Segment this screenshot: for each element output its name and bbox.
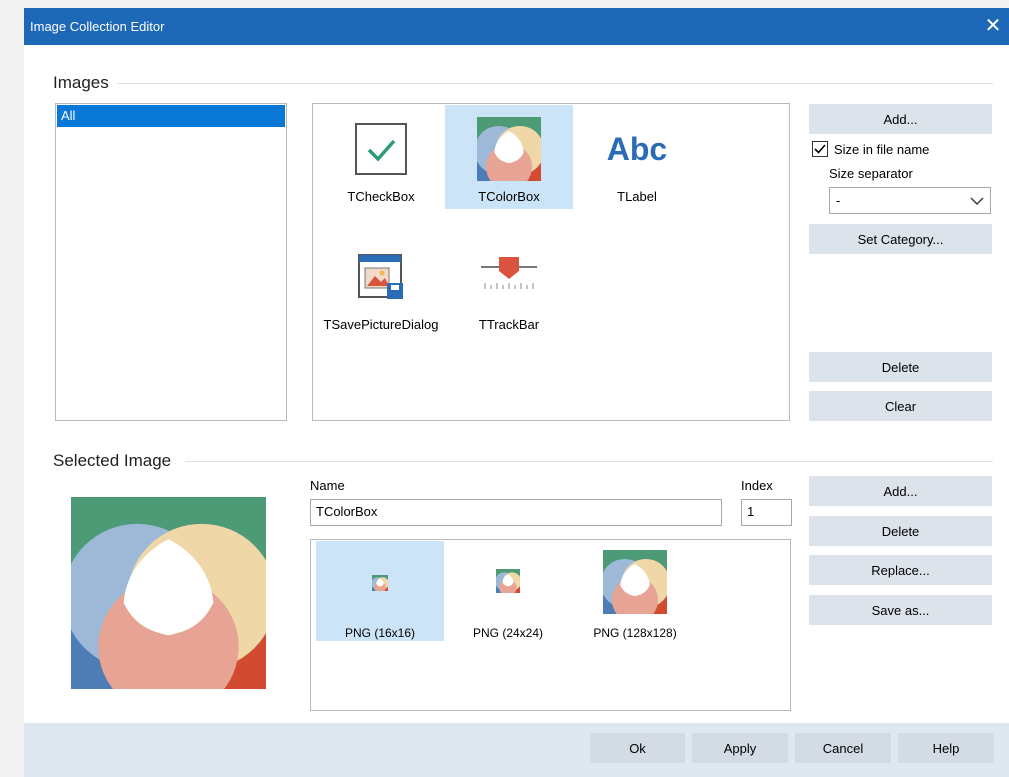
label-abc-icon: Abc — [606, 131, 668, 167]
apply-button[interactable]: Apply — [692, 733, 788, 763]
images-group-title: Images — [53, 73, 117, 93]
save-as-button[interactable]: Save as... — [809, 595, 992, 625]
images-add-button[interactable]: Add... — [809, 104, 992, 134]
variant-label: PNG (16x16) — [344, 626, 416, 640]
ok-button[interactable]: Ok — [590, 733, 685, 763]
images-delete-button[interactable]: Delete — [809, 352, 992, 382]
size-separator-dropdown[interactable]: - — [829, 187, 991, 214]
selected-delete-button[interactable]: Delete — [809, 516, 992, 546]
cancel-button[interactable]: Cancel — [795, 733, 891, 763]
variant-png-128[interactable]: PNG (128x128) — [571, 541, 699, 641]
image-tile-label: TCheckBox — [347, 189, 415, 204]
set-category-button[interactable]: Set Category... — [809, 224, 992, 254]
title-bar: Image Collection Editor ✕ — [24, 8, 1009, 45]
image-tile-tcolorbox[interactable]: TColorBox — [445, 105, 573, 209]
colorbox-icon — [477, 117, 541, 181]
chevron-down-icon — [970, 197, 984, 205]
variant-png-24[interactable]: PNG (24x24) — [444, 541, 572, 641]
images-list[interactable]: TCheckBox TColorBox Abc TLabel TSavePict… — [312, 103, 790, 421]
index-label: Index — [741, 478, 773, 493]
clear-button[interactable]: Clear — [809, 391, 992, 421]
replace-button[interactable]: Replace... — [809, 555, 992, 585]
name-label: Name — [310, 478, 345, 493]
colorbox-128-icon — [603, 550, 667, 614]
selected-image-group-title: Selected Image — [53, 451, 180, 471]
save-picture-dialog-icon — [358, 254, 403, 299]
image-variants-list[interactable]: PNG (16x16) PNG (24x24) PNG (128x128) — [310, 539, 791, 711]
checkmark-icon — [814, 144, 826, 154]
image-tile-tcheckbox[interactable]: TCheckBox — [317, 105, 445, 209]
images-group-divider — [110, 83, 993, 84]
size-separator-label: Size separator — [829, 166, 913, 181]
size-in-file-name-label: Size in file name — [834, 142, 930, 157]
image-tile-label: TColorBox — [478, 189, 540, 204]
window-title: Image Collection Editor — [30, 19, 165, 34]
help-button[interactable]: Help — [898, 733, 994, 763]
variant-label: PNG (128x128) — [593, 626, 677, 640]
variant-label: PNG (24x24) — [472, 626, 544, 640]
selected-image-group-divider — [185, 461, 993, 462]
colorbox-24-icon — [496, 569, 520, 593]
index-input[interactable]: 1 — [741, 499, 792, 526]
image-tile-label: TSavePictureDialog — [323, 317, 439, 332]
variant-png-16[interactable]: PNG (16x16) — [316, 541, 444, 641]
image-tile-label: TLabel — [617, 189, 657, 204]
image-tile-tsavepicturedialog[interactable]: TSavePictureDialog — [317, 233, 445, 337]
selected-add-button[interactable]: Add... — [809, 476, 992, 506]
category-list[interactable]: All — [55, 103, 287, 421]
checkbox-icon — [355, 123, 407, 175]
colorbox-16-icon — [372, 575, 388, 591]
selected-image-preview — [71, 497, 266, 689]
image-tile-ttrackbar[interactable]: TTrackBar — [445, 233, 573, 337]
name-input[interactable]: TColorBox — [310, 499, 722, 526]
image-tile-label: TTrackBar — [478, 317, 540, 332]
image-tile-tlabel[interactable]: Abc TLabel — [573, 105, 701, 209]
trackbar-icon — [481, 257, 537, 289]
close-icon[interactable]: ✕ — [981, 14, 1005, 38]
size-separator-value: - — [836, 193, 841, 208]
category-item-all[interactable]: All — [57, 105, 285, 127]
size-in-file-name-checkbox[interactable] — [812, 141, 828, 157]
